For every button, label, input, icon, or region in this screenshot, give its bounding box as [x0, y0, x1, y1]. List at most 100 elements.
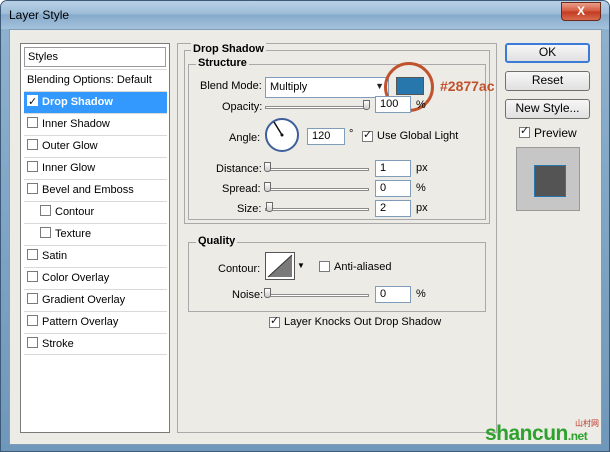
style-item-color-overlay[interactable]: Color Overlay — [24, 267, 167, 289]
size-unit: px — [416, 202, 428, 214]
opacity-slider-thumb[interactable] — [363, 100, 370, 110]
style-item-label: Stroke — [42, 338, 74, 350]
styles-list: Styles Blending Options: Default Drop Sh… — [20, 43, 170, 433]
style-item-gradient-overlay[interactable]: Gradient Overlay — [24, 289, 167, 311]
ok-button[interactable]: OK — [505, 43, 590, 63]
style-item-outer-glow[interactable]: Outer Glow — [24, 135, 167, 157]
style-item-label: Inner Glow — [42, 162, 96, 174]
noise-input[interactable]: 0 — [375, 286, 411, 303]
noise-unit: % — [416, 288, 426, 300]
contour-picker[interactable] — [265, 252, 295, 280]
blend-mode-value: Multiply — [270, 81, 308, 93]
size-slider-thumb[interactable] — [266, 202, 273, 212]
shadow-color-annotation: #2877ac — [440, 78, 495, 94]
close-button[interactable]: X — [561, 2, 601, 21]
drop-shadow-panel: Drop Shadow Structure Blend Mode: Multip… — [177, 43, 497, 433]
inner-shadow-checkbox[interactable] — [27, 117, 38, 128]
layer-knocks-out-label[interactable]: Layer Knocks Out Drop Shadow — [284, 316, 441, 328]
angle-needle-icon — [273, 121, 284, 137]
style-item-label: Gradient Overlay — [42, 294, 126, 306]
watermark-sub: 山村网 — [575, 419, 599, 428]
anti-aliased-label[interactable]: Anti-aliased — [334, 261, 391, 273]
style-item-contour[interactable]: Contour — [24, 201, 167, 223]
preview-label[interactable]: Preview — [534, 126, 577, 140]
styles-header[interactable]: Styles — [24, 47, 166, 67]
blend-mode-select[interactable]: Multiply ▼ — [265, 77, 389, 98]
watermark-text: shancun — [485, 422, 568, 445]
stroke-checkbox[interactable] — [27, 337, 38, 348]
new-style-button[interactable]: New Style... — [505, 99, 590, 119]
style-item-satin[interactable]: Satin — [24, 245, 167, 267]
satin-checkbox[interactable] — [27, 249, 38, 260]
pattern-overlay-checkbox[interactable] — [27, 315, 38, 326]
distance-slider-thumb[interactable] — [264, 162, 271, 172]
watermark-suffix: .net — [567, 429, 588, 443]
preview-thumbnail — [516, 147, 580, 211]
window-title: Layer Style — [9, 8, 70, 22]
distance-unit: px — [416, 162, 428, 174]
opacity-input[interactable]: 100 — [375, 96, 411, 113]
layer-style-window: Layer Style X Styles Blending Options: D… — [0, 0, 610, 452]
noise-label: Noise: — [232, 289, 264, 301]
style-item-label: Pattern Overlay — [42, 316, 119, 328]
style-item-stroke[interactable]: Stroke — [24, 333, 167, 355]
spread-slider-track[interactable] — [265, 188, 369, 191]
size-input[interactable]: 2 — [375, 200, 411, 217]
size-slider-track[interactable] — [265, 208, 369, 211]
shadow-color-swatch[interactable] — [396, 77, 424, 95]
style-item-drop-shadow[interactable]: Drop Shadow — [24, 91, 167, 113]
contour-checkbox[interactable] — [40, 205, 51, 216]
spread-unit: % — [416, 182, 426, 194]
watermark-logo: shancun.net — [485, 422, 588, 446]
style-item-label: Satin — [42, 250, 68, 262]
blend-mode-label: Blend Mode: — [200, 80, 262, 92]
size-label: Size: — [237, 203, 262, 215]
distance-slider-track[interactable] — [265, 168, 369, 171]
drop-shadow-title: Drop Shadow — [191, 43, 266, 55]
chevron-down-icon: ▼ — [375, 81, 384, 91]
inner-glow-checkbox[interactable] — [27, 161, 38, 172]
style-item-label: Outer Glow — [42, 140, 98, 152]
angle-label: Angle: — [229, 132, 261, 144]
contour-label: Contour: — [218, 263, 261, 275]
style-item-inner-shadow[interactable]: Inner Shadow — [24, 113, 167, 135]
angle-dial[interactable] — [265, 118, 299, 152]
anti-aliased-checkbox[interactable] — [319, 261, 330, 272]
spread-input[interactable]: 0 — [375, 180, 411, 197]
blending-options-item[interactable]: Blending Options: Default — [24, 69, 167, 91]
bevel-emboss-checkbox[interactable] — [27, 183, 38, 194]
style-item-texture[interactable]: Texture — [24, 223, 167, 245]
style-item-label: Texture — [55, 228, 92, 240]
use-global-light-label[interactable]: Use Global Light — [377, 130, 458, 142]
noise-slider-thumb[interactable] — [264, 288, 271, 298]
style-item-pattern-overlay[interactable]: Pattern Overlay — [24, 311, 167, 333]
preview-checkbox[interactable] — [519, 124, 530, 138]
noise-slider-track[interactable] — [265, 294, 369, 297]
style-item-bevel-emboss[interactable]: Bevel and Emboss — [24, 179, 167, 201]
reset-button[interactable]: Reset — [505, 71, 590, 91]
drop-shadow-checkbox[interactable] — [27, 92, 38, 112]
style-item-inner-glow[interactable]: Inner Glow — [24, 157, 167, 179]
contour-curve-icon — [267, 254, 293, 278]
gradient-overlay-checkbox[interactable] — [27, 293, 38, 304]
outer-glow-checkbox[interactable] — [27, 139, 38, 150]
style-item-label: Bevel and Emboss — [42, 184, 134, 196]
angle-input[interactable]: 120 — [307, 128, 345, 145]
close-icon: X — [576, 4, 585, 18]
quality-title: Quality — [196, 235, 238, 247]
color-overlay-checkbox[interactable] — [27, 271, 38, 282]
spread-slider-thumb[interactable] — [264, 182, 271, 192]
preview-shape — [534, 165, 566, 197]
chevron-down-icon[interactable]: ▼ — [297, 261, 305, 270]
opacity-slider-track[interactable] — [265, 106, 369, 109]
style-item-label: Drop Shadow — [42, 96, 113, 108]
title-bar[interactable]: Layer Style X — [1, 1, 609, 29]
opacity-label: Opacity: — [222, 101, 263, 113]
structure-title: Structure — [196, 57, 249, 69]
layer-knocks-out-checkbox[interactable] — [269, 314, 280, 328]
texture-checkbox[interactable] — [40, 227, 51, 238]
distance-input[interactable]: 1 — [375, 160, 411, 177]
style-item-label: Contour — [55, 206, 95, 218]
use-global-light-checkbox[interactable] — [362, 128, 373, 142]
angle-unit: ° — [349, 128, 354, 140]
